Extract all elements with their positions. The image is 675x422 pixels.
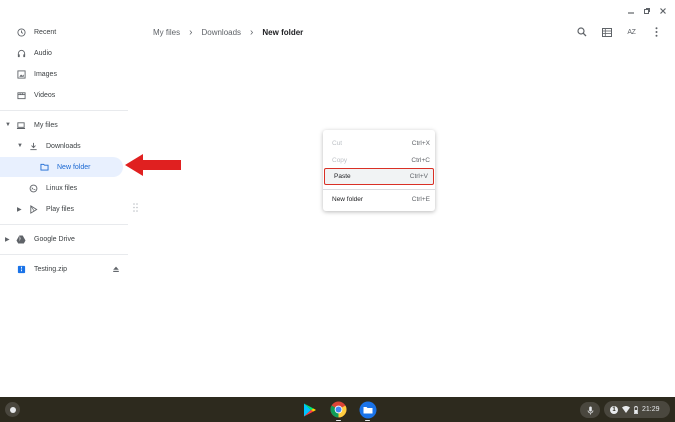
sidebar-item-downloads[interactable]: ▼ Downloads	[0, 136, 128, 156]
search-icon	[576, 27, 586, 37]
sidebar-item-google-drive[interactable]: ▶ Google Drive	[0, 229, 128, 249]
menu-item-new-folder[interactable]: New folder Ctrl+E	[323, 192, 435, 207]
resize-handle-icon[interactable]	[133, 203, 138, 212]
breadcrumb: My files › Downloads › New folder	[153, 26, 303, 38]
menu-item-shortcut: Ctrl+C	[411, 157, 430, 164]
play-store-icon	[303, 403, 316, 416]
google-drive-icon	[16, 234, 26, 244]
chevron-right-icon: ›	[189, 26, 193, 38]
sidebar-item-label: Images	[34, 70, 57, 78]
annotation-arrow-icon	[125, 154, 181, 176]
sidebar-item-linux-files[interactable]: Linux files	[0, 178, 128, 198]
close-button[interactable]	[655, 4, 671, 18]
image-icon	[16, 69, 26, 79]
sidebar-item-label: Audio	[34, 49, 52, 57]
archive-icon	[16, 264, 26, 274]
sidebar-item-videos[interactable]: Videos	[0, 85, 128, 105]
launcher-button[interactable]	[5, 402, 20, 417]
voice-input-button[interactable]	[580, 402, 600, 418]
status-tray[interactable]: 1 21:29	[604, 401, 670, 418]
search-button[interactable]	[569, 25, 594, 39]
sidebar-item-audio[interactable]: Audio	[0, 43, 128, 63]
files-app-icon	[359, 401, 376, 418]
sidebar-item-play-files[interactable]: ▶ Play files	[0, 199, 128, 219]
battery-icon	[634, 405, 638, 414]
wifi-icon	[622, 406, 630, 413]
sidebar-item-label: Testing.zip	[34, 265, 68, 273]
laptop-icon	[16, 120, 26, 130]
sidebar-item-new-folder[interactable]: New folder	[0, 157, 123, 177]
sidebar-item-label: Play files	[46, 205, 75, 213]
microphone-icon	[587, 406, 593, 414]
menu-item-label: Paste	[334, 173, 351, 180]
menu-item-shortcut: Ctrl+X	[411, 140, 430, 147]
sidebar-item-testing-zip[interactable]: Testing.zip	[0, 259, 128, 279]
chevron-down-icon[interactable]: ▼	[5, 122, 11, 128]
sidebar-divider	[0, 224, 128, 225]
sidebar: Recent Audio Images Videos ▼ My files ▼ …	[0, 0, 128, 397]
menu-separator	[323, 189, 435, 190]
sidebar-item-images[interactable]: Images	[0, 64, 128, 84]
window-controls	[623, 4, 671, 18]
folder-icon	[39, 162, 49, 172]
menu-item-paste[interactable]: Paste Ctrl+V	[324, 168, 434, 185]
sidebar-item-label: Videos	[34, 91, 56, 99]
chevron-right-icon[interactable]: ▶	[17, 206, 22, 213]
sidebar-divider	[0, 110, 128, 111]
linux-icon	[28, 183, 38, 193]
toolbar: AZ	[569, 25, 669, 39]
launcher-icon	[9, 406, 16, 413]
sidebar-item-label: My files	[34, 121, 58, 129]
sidebar-item-label: New folder	[57, 163, 91, 171]
sidebar-divider	[0, 254, 128, 255]
menu-item-shortcut: Ctrl+V	[409, 173, 428, 180]
sidebar-item-label: Downloads	[46, 142, 81, 150]
sidebar-item-recent[interactable]: Recent	[0, 22, 128, 42]
sort-button[interactable]: AZ	[619, 25, 644, 39]
clock-time: 21:29	[642, 406, 660, 413]
eject-icon[interactable]	[111, 264, 121, 274]
close-icon	[660, 8, 666, 14]
grid-view-button[interactable]	[594, 25, 619, 39]
chevron-right-icon[interactable]: ▶	[5, 236, 10, 243]
sidebar-item-label: Linux files	[46, 184, 78, 192]
chevron-down-icon[interactable]: ▼	[17, 143, 23, 149]
menu-item-label: Copy	[332, 157, 348, 164]
breadcrumb-downloads[interactable]: Downloads	[201, 28, 241, 37]
sidebar-item-my-files[interactable]: ▼ My files	[0, 115, 128, 135]
files-app[interactable]	[358, 400, 377, 421]
maximize-icon	[644, 8, 650, 14]
chevron-right-icon: ›	[250, 26, 254, 38]
menu-item-copy: Copy Ctrl+C	[323, 153, 435, 168]
sort-icon: AZ	[627, 28, 636, 36]
sidebar-item-label: Recent	[34, 28, 57, 36]
minimize-icon	[628, 12, 634, 14]
chrome-app[interactable]	[329, 400, 348, 421]
download-icon	[28, 141, 38, 151]
play-store-app[interactable]	[299, 400, 318, 419]
video-icon	[16, 90, 26, 100]
breadcrumb-my-files[interactable]: My files	[153, 28, 180, 37]
menu-item-cut: Cut Ctrl+X	[323, 136, 435, 151]
grid-view-icon	[601, 27, 612, 37]
chrome-icon	[330, 401, 347, 418]
play-icon	[28, 204, 38, 214]
headphones-icon	[16, 48, 26, 58]
sidebar-item-label: Google Drive	[34, 235, 75, 243]
maximize-button[interactable]	[639, 4, 655, 18]
context-menu: Cut Ctrl+X Copy Ctrl+C Paste Ctrl+V New …	[323, 130, 435, 211]
clock-icon	[16, 27, 26, 37]
more-options-button[interactable]	[644, 25, 669, 39]
minimize-button[interactable]	[623, 4, 639, 18]
notification-count: 1	[610, 405, 618, 414]
menu-item-label: Cut	[332, 140, 343, 147]
more-vert-icon	[655, 27, 658, 37]
menu-item-shortcut: Ctrl+E	[411, 196, 430, 203]
breadcrumb-current: New folder	[262, 27, 304, 37]
menu-item-label: New folder	[332, 196, 364, 203]
shelf: 1 21:29	[0, 397, 675, 422]
